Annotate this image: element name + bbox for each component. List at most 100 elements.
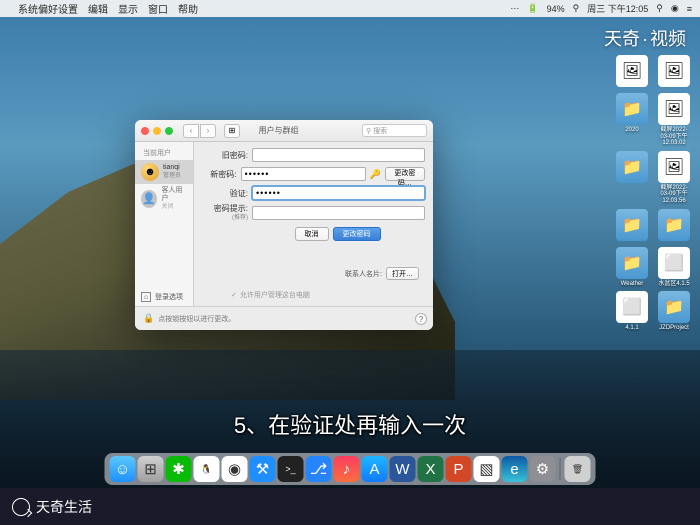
minimize-button[interactable]	[153, 127, 161, 135]
img-icon: 🖼	[658, 93, 690, 125]
dock-item-chrome[interactable]: ◉	[222, 456, 248, 482]
hint-label: 密码提示:	[214, 204, 248, 213]
hint-sub-label: (推荐)	[232, 215, 248, 221]
dock-item-word[interactable]: W	[390, 456, 416, 482]
brand-name: 天奇生活	[36, 497, 92, 517]
cancel-button[interactable]: 取消	[295, 227, 329, 241]
dock-item-powerpoint[interactable]: P	[446, 456, 472, 482]
dock: ☺⊞✱🐧◉⚒>_⎇♪AWXP▧e⚙ 🗑	[105, 453, 596, 485]
desktop-icon[interactable]: ⬜ 水盆区4.1.5	[656, 247, 692, 288]
dock-item-xcode[interactable]: ⚒	[250, 456, 276, 482]
login-options-row[interactable]: ⌂ 登录选项	[141, 292, 183, 302]
vpn-icon[interactable]: ⋯	[510, 3, 519, 14]
guest-avatar-icon: 👤	[141, 190, 157, 208]
icon-label: 水盆区4.1.5	[658, 281, 689, 288]
siri-icon[interactable]: ◉	[671, 3, 679, 14]
desktop: 系统偏好设置 编辑 显示 窗口 帮助 ⋯ 🔋 94% ⚲ 周三 下午12:05 …	[0, 0, 700, 488]
back-button[interactable]: ‹	[183, 124, 199, 138]
notification-center-icon[interactable]: ≡	[687, 4, 692, 14]
desktop-icon[interactable]: 📁2020	[614, 93, 650, 147]
desktop-icon[interactable]: 📁	[656, 209, 692, 243]
desktop-icon[interactable]: 📁	[614, 209, 650, 243]
dock-item-edge[interactable]: e	[502, 456, 528, 482]
desktop-icon[interactable]: 📁JZDProject	[656, 291, 692, 332]
verify-password-input[interactable]	[252, 186, 425, 200]
new-password-label: 新密码:	[202, 169, 237, 180]
password-key-icon[interactable]: 🔑	[370, 169, 381, 180]
folder-icon: 📁	[658, 291, 690, 323]
dock-item-sysprefs[interactable]: ⚙	[530, 456, 556, 482]
menubar-datetime[interactable]: 周三 下午12:05	[587, 2, 648, 15]
dock-item-wechat[interactable]: ✱	[166, 456, 192, 482]
desktop-icon[interactable]: 🖼	[614, 55, 650, 89]
window-titlebar[interactable]: ‹ › ⊞ 用户与群组 ⚲ 搜索	[135, 120, 433, 142]
user-name-label: tianqi	[163, 164, 181, 172]
confirm-change-button[interactable]: 更改密码	[333, 227, 381, 241]
desktop-icon[interactable]: 🖼截屏2022-03-09下午12.03.02	[656, 93, 692, 147]
dock-item-music[interactable]: ♪	[334, 456, 360, 482]
desktop-icon[interactable]: ⬜4.1.1	[614, 291, 650, 332]
prefs-search-input[interactable]: ⚲ 搜索	[362, 124, 427, 137]
folder-icon: 📁	[616, 151, 648, 183]
app-icon: ⬜	[658, 247, 690, 279]
sidebar-current-user[interactable]: ☻ tianqi 管理员	[135, 160, 193, 184]
menubar-app-name[interactable]: 系统偏好设置	[18, 1, 78, 16]
lock-help-text: 点按锁按钮以进行更改。	[158, 314, 235, 324]
folder-icon: 📁	[658, 209, 690, 241]
menubar-item-window[interactable]: 窗口	[148, 1, 168, 16]
wifi-icon[interactable]: ⚲	[573, 3, 580, 14]
allow-admin-label: 允许用户管理这台电脑	[240, 290, 310, 300]
battery-icon[interactable]: 🔋	[527, 3, 538, 14]
guest-name-label: 客人用户	[161, 187, 187, 204]
dock-item-trash[interactable]: 🗑	[565, 456, 591, 482]
icon-label: 截屏2022-03-09下午12.03.02	[656, 127, 692, 147]
change-password-side-button[interactable]: 更改密码…	[385, 167, 425, 181]
sidebar-guest-user[interactable]: 👤 客人用户 关闭	[135, 184, 193, 214]
prefs-footer: 🔒 点按锁按钮以进行更改。	[135, 306, 433, 330]
checkbox-icon: ✓	[231, 291, 237, 299]
dock-item-sourcetree[interactable]: ⎇	[306, 456, 332, 482]
password-hint-input[interactable]	[252, 206, 425, 220]
guest-status-label: 关闭	[161, 204, 187, 211]
verify-label: 验证:	[202, 188, 248, 199]
brand-logo-icon	[12, 498, 30, 516]
menubar-item-edit[interactable]: 编辑	[88, 1, 108, 16]
zoom-button[interactable]	[165, 127, 173, 135]
desktop-icon[interactable]: 📁Weather	[614, 247, 650, 288]
home-icon: ⌂	[141, 292, 151, 302]
lock-icon[interactable]: 🔒	[143, 313, 154, 324]
dock-item-excel[interactable]: X	[418, 456, 444, 482]
password-change-form: 旧密码: 新密码: 🔑 更改密码… 验证: 密码提示: (推荐)	[194, 142, 433, 306]
desktop-icon[interactable]: 📁	[614, 151, 650, 205]
open-contact-button[interactable]: 打开…	[386, 267, 419, 280]
dock-item-launchpad[interactable]: ⊞	[138, 456, 164, 482]
desktop-icon[interactable]: 🖼截屏2022-03-09下午12.03.56	[656, 151, 692, 205]
help-button[interactable]: ?	[415, 313, 427, 325]
spotlight-icon[interactable]: ⚲	[656, 3, 663, 14]
close-button[interactable]	[141, 127, 149, 135]
img-icon: 🖼	[658, 55, 690, 87]
sidebar-section-label: 当前用户	[135, 146, 193, 160]
watermark-top-right: 天奇·视频	[604, 25, 686, 51]
dock-item-finder[interactable]: ☺	[110, 456, 136, 482]
user-avatar-icon: ☻	[141, 163, 159, 181]
menubar-item-help[interactable]: 帮助	[178, 1, 198, 16]
window-title: 用户与群组	[199, 125, 358, 136]
allow-admin-checkbox[interactable]: ✓ 允许用户管理这台电脑	[231, 290, 310, 300]
dock-item-appstore[interactable]: A	[362, 456, 388, 482]
new-password-input[interactable]	[241, 167, 366, 181]
img-icon: 🖼	[658, 151, 690, 183]
menubar-item-view[interactable]: 显示	[118, 1, 138, 16]
dock-item-terminal[interactable]: >_	[278, 456, 304, 482]
icon-label: 2020	[625, 127, 638, 134]
contact-card-label: 联系人名片:	[345, 269, 382, 279]
search-icon: ⚲	[366, 127, 371, 135]
user-role-label: 管理员	[163, 173, 181, 180]
dock-item-qq[interactable]: 🐧	[194, 456, 220, 482]
dock-item-preview[interactable]: ▧	[474, 456, 500, 482]
old-password-input[interactable]	[252, 148, 425, 162]
folder-icon: 📁	[616, 247, 648, 279]
desktop-icon[interactable]: 🖼	[656, 55, 692, 89]
login-options-label: 登录选项	[155, 292, 183, 302]
icon-label: 截屏2022-03-09下午12.03.56	[656, 185, 692, 205]
